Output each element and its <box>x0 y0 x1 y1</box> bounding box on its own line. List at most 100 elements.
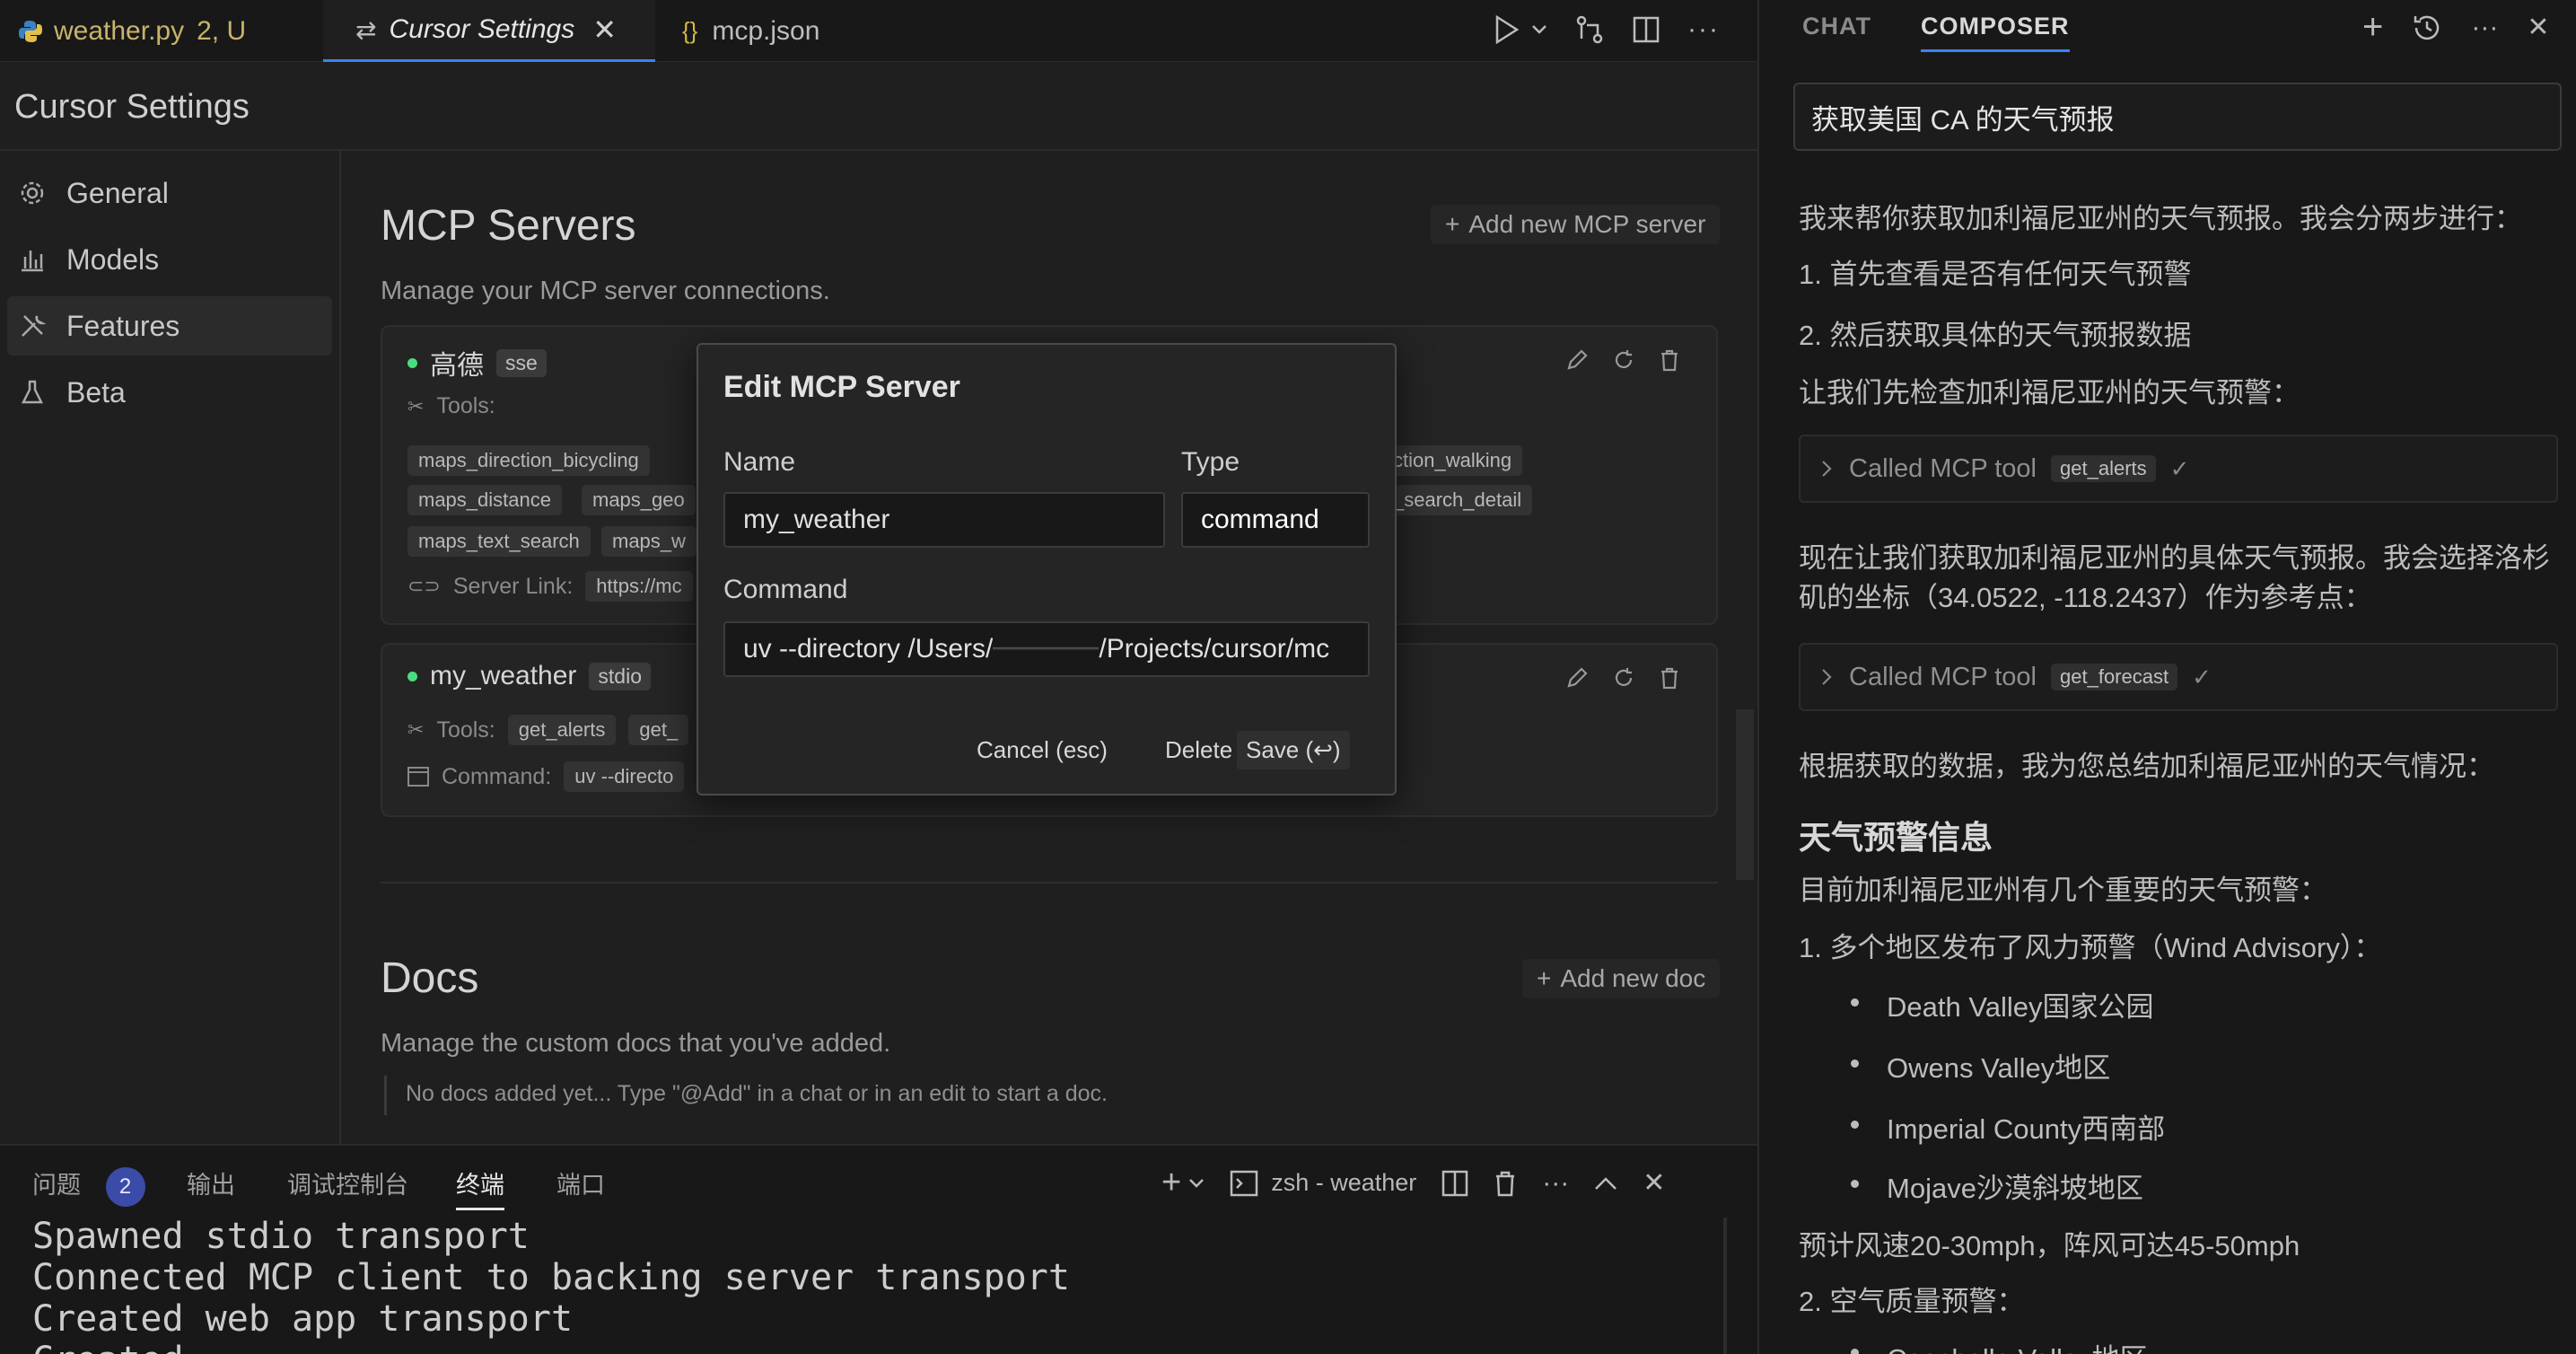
tab-badge: 2, U <box>197 15 247 46</box>
bullet <box>1851 1180 1859 1188</box>
edit-icon[interactable] <box>1565 348 1589 372</box>
problems-count-badge: 2 <box>105 1166 145 1207</box>
sidebar-item-general[interactable]: General <box>7 163 332 223</box>
refresh-icon[interactable] <box>1612 348 1635 372</box>
more-icon[interactable]: ··· <box>1687 14 1720 45</box>
close-icon[interactable]: ✕ <box>2527 12 2549 43</box>
docs-empty-text: No docs added yet... Type "@Add" in a ch… <box>406 1081 1108 1106</box>
check-icon: ✓ <box>2192 663 2212 690</box>
tab-label: weather.py <box>54 15 185 46</box>
edit-icon[interactable] <box>1565 666 1589 690</box>
tab-terminal[interactable]: 终端 <box>456 1165 504 1210</box>
chat-paragraph: 预计风速20-30mph，阵风可达45-50mph <box>1799 1230 2300 1262</box>
tab-problems[interactable]: 问题 2 <box>32 1165 145 1207</box>
dialog-title: Edit MCP Server <box>723 370 960 404</box>
refresh-icon[interactable] <box>1612 666 1635 690</box>
chat-paragraph: 我来帮你获取加利福尼亚州的天气预报。我会分两步进行： <box>1799 203 2522 234</box>
composer-input[interactable]: 获取美国 CA 的天气预报 <box>1793 83 2562 151</box>
command-field[interactable]: uv --directory /Users/ /Projects/cursor/… <box>723 621 1370 677</box>
tab-ports[interactable]: 端口 <box>556 1165 605 1200</box>
add-mcp-server-button[interactable]: + Add new MCP server <box>1431 205 1721 244</box>
history-icon[interactable] <box>2412 13 2442 43</box>
split-editor-icon[interactable] <box>1632 15 1660 44</box>
more-icon[interactable]: ··· <box>2471 13 2498 43</box>
add-doc-button[interactable]: + Add new doc <box>1522 959 1721 998</box>
chat-list-item: 1. 多个地区发布了风力预警（Wind Advisory）： <box>1799 932 2382 963</box>
close-icon[interactable]: ✕ <box>1643 1167 1665 1199</box>
redacted-segment <box>993 637 1100 661</box>
tool-call-item[interactable]: Called MCP tool get_forecast ✓ <box>1799 643 2558 711</box>
page-title: Cursor Settings <box>14 88 250 126</box>
chevron-down-icon[interactable] <box>1531 24 1547 35</box>
tools-label: Tools: <box>436 717 495 743</box>
cancel-button[interactable]: Cancel (esc) <box>968 731 1117 769</box>
chat-paragraph: 目前加利福尼亚州有几个重要的天气预警： <box>1799 875 2327 906</box>
terminal-line: Spawned stdio transport <box>32 1216 530 1257</box>
tab-cursor-settings[interactable]: ⇄ Cursor Settings ✕ <box>323 0 655 62</box>
chat-heading: 天气预警信息 <box>1799 819 1993 856</box>
tools-icon: ✂ <box>407 718 425 741</box>
panel-toolbar: + zsh - weather ··· ✕ <box>1161 1164 1665 1202</box>
tool-chip: ction_walking <box>1382 445 1523 476</box>
split-terminal-icon[interactable] <box>1441 1170 1468 1197</box>
type-select[interactable]: command <box>1181 492 1370 548</box>
plus-icon[interactable]: + <box>1161 1164 1181 1202</box>
settings-tab-icon: ⇄ <box>355 15 377 44</box>
tab-weather-py[interactable]: weather.py 2, U <box>0 0 341 62</box>
save-button[interactable]: Save (↩) <box>1237 731 1350 769</box>
tab-debug-console[interactable]: 调试控制台 <box>287 1165 408 1200</box>
command-label: Command <box>723 575 848 604</box>
close-icon[interactable]: ✕ <box>592 13 617 47</box>
button-label: Add new MCP server <box>1468 210 1706 238</box>
trash-icon[interactable] <box>1659 348 1680 372</box>
run-icon[interactable] <box>1494 14 1520 45</box>
terminal-line: Created web app transport <box>32 1298 574 1340</box>
tab-label: 问题 <box>32 1172 81 1199</box>
link-icon: ⊂⊃ <box>407 575 441 597</box>
sidebar-item-label: Features <box>66 309 180 342</box>
chevron-right-icon <box>1820 459 1833 479</box>
sidebar-item-beta[interactable]: Beta <box>7 363 332 422</box>
divider <box>381 882 1718 884</box>
tool-call-item[interactable]: Called MCP tool get_alerts ✓ <box>1799 435 2558 503</box>
tab-composer[interactable]: COMPOSER <box>1921 13 2070 52</box>
delete-button[interactable]: Delete <box>1156 731 1241 769</box>
terminal-icon <box>407 767 429 787</box>
check-icon: ✓ <box>2169 454 2190 482</box>
scrollbar-thumb[interactable] <box>1736 709 1754 880</box>
more-icon[interactable]: ··· <box>1542 1168 1569 1199</box>
status-dot <box>407 671 417 681</box>
source-control-icon[interactable] <box>1574 14 1605 45</box>
command-text: uv --directory /Users/ <box>743 634 994 664</box>
tool-call-label: Called MCP tool <box>1849 662 2037 691</box>
command-label: Command: <box>442 763 552 789</box>
tools-label: Tools: <box>436 393 495 418</box>
tab-chat[interactable]: CHAT <box>1802 13 1871 40</box>
python-icon <box>18 19 43 44</box>
terminal-scrollbar[interactable] <box>1723 1218 1727 1354</box>
name-field[interactable]: my_weather <box>723 492 1165 548</box>
server-name: 高德 <box>430 351 484 381</box>
chevron-up-icon[interactable] <box>1594 1176 1617 1191</box>
chevron-down-icon[interactable] <box>1188 1178 1205 1189</box>
terminal-name[interactable]: zsh - weather <box>1271 1169 1416 1197</box>
sidebar-item-label: Models <box>66 242 160 276</box>
sidebar-item-features[interactable]: Features <box>7 296 332 356</box>
type-label: Type <box>1181 447 1240 477</box>
tab-output[interactable]: 输出 <box>187 1165 235 1200</box>
tool-chip: get_alerts <box>507 715 617 745</box>
chat-bullet-item: Death Valley国家公园 <box>1887 991 2154 1023</box>
tab-label: mcp.json <box>712 15 820 46</box>
trash-icon[interactable] <box>1659 666 1680 690</box>
tab-mcp-json[interactable]: {} mcp.json <box>682 0 880 62</box>
tool-name-badge: get_forecast <box>2051 664 2178 690</box>
sidebar-item-models[interactable]: Models <box>7 230 332 289</box>
plus-icon[interactable]: + <box>2362 7 2383 48</box>
bullet <box>1851 1349 1859 1354</box>
section-subtitle-mcp: Manage your MCP server connections. <box>381 277 830 305</box>
server-name: my_weather <box>430 661 577 690</box>
section-title-mcp: MCP Servers <box>381 202 636 250</box>
trash-icon[interactable] <box>1494 1170 1517 1197</box>
chat-paragraph: 2. 然后获取具体的天气预报数据 <box>1799 320 2192 351</box>
server-type-badge: stdio <box>589 662 651 690</box>
